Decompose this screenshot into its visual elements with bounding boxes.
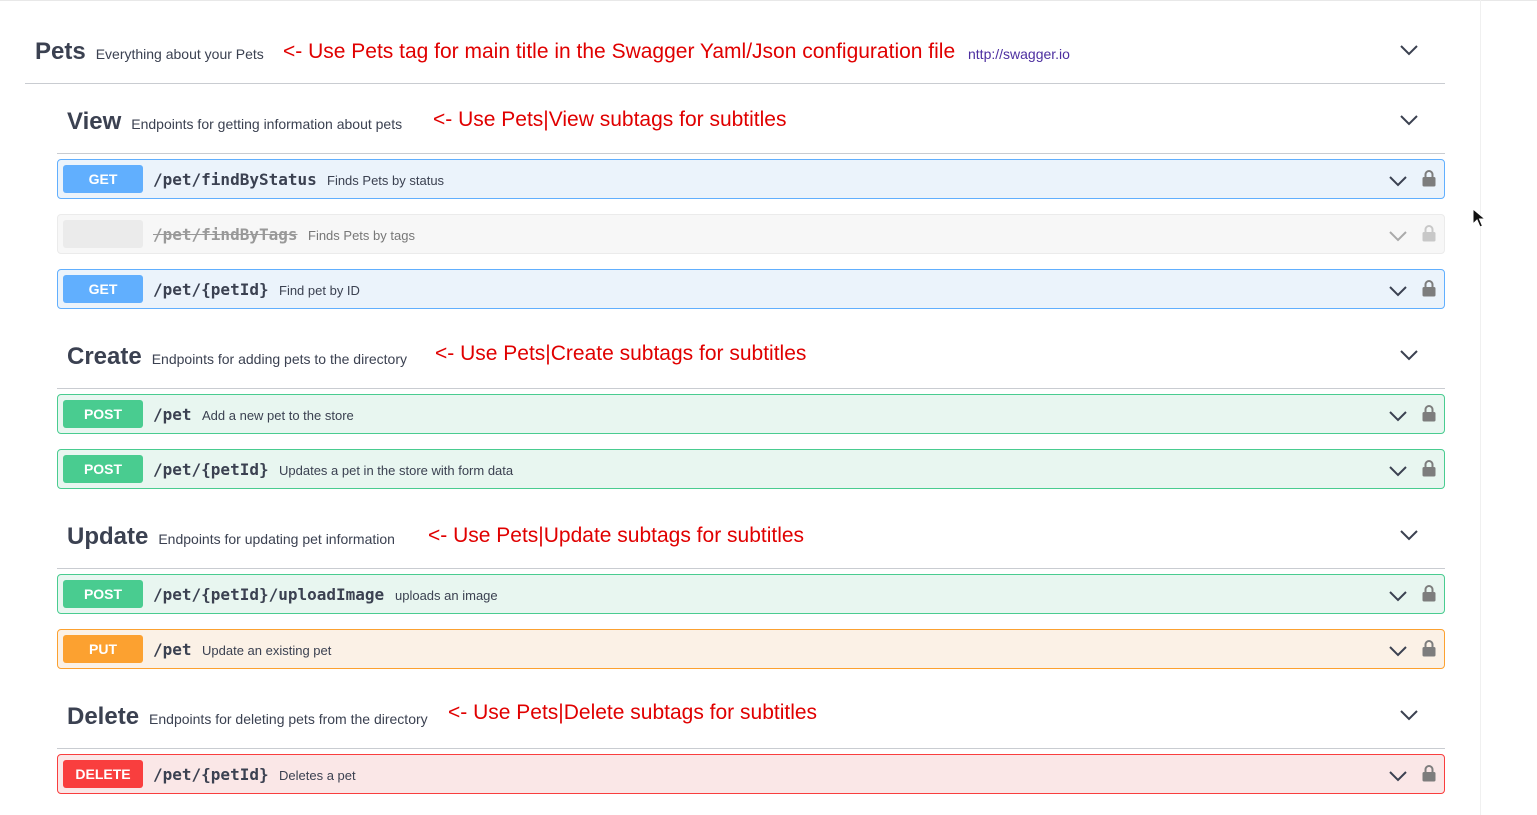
chevron-down-icon[interactable]	[1400, 529, 1418, 541]
lock-icon[interactable]	[1422, 404, 1436, 422]
operation-summary: Find pet by ID	[279, 283, 360, 298]
tag-description: Everything about your Pets	[95, 46, 264, 62]
operation-summary: Deletes a pet	[279, 768, 356, 783]
method-badge: POST	[63, 400, 143, 428]
section-divider	[57, 748, 1445, 749]
tag-description: Endpoints for deleting pets from the dir…	[149, 711, 428, 727]
top-divider	[0, 0, 1537, 1]
lock-icon[interactable]	[1422, 169, 1436, 187]
operation-path: /pet/{petId}	[153, 280, 269, 299]
method-badge: PUT	[63, 635, 143, 663]
tag-title: Create	[67, 343, 142, 370]
operation-put-pet[interactable]: PUT /pet Update an existing pet	[57, 629, 1445, 669]
operation-path: /pet/findByTags	[153, 225, 298, 244]
annotation-note: <- Use Pets|Delete subtags for subtitles	[448, 701, 818, 724]
operation-summary: Updates a pet in the store with form dat…	[279, 463, 514, 478]
annotation-note: <- Use Pets|Create subtags for subtitles	[435, 342, 807, 365]
chevron-down-icon[interactable]	[1400, 114, 1418, 126]
annotation-note: <- Use Pets tag for main title in the Sw…	[283, 40, 956, 63]
operation-path: /pet	[153, 405, 192, 424]
tag-description: Endpoints for updating pet information	[158, 531, 395, 547]
chevron-down-icon[interactable]	[1389, 174, 1407, 187]
lock-icon[interactable]	[1422, 764, 1436, 782]
operation-path: /pet/findByStatus	[153, 170, 317, 189]
chevron-down-icon[interactable]	[1400, 44, 1418, 56]
chevron-down-icon[interactable]	[1400, 709, 1418, 721]
chevron-down-icon[interactable]	[1389, 769, 1407, 782]
operation-post-pet[interactable]: POST /pet Add a new pet to the store	[57, 394, 1445, 434]
chevron-down-icon[interactable]	[1389, 589, 1407, 602]
chevron-down-icon[interactable]	[1389, 464, 1407, 477]
method-badge: POST	[63, 580, 143, 608]
chevron-down-icon[interactable]	[1389, 409, 1407, 422]
tag-header-create[interactable]: Create Endpoints for adding pets to the …	[67, 343, 407, 371]
chevron-down-icon[interactable]	[1389, 229, 1407, 242]
tag-header-pets[interactable]: Pets Everything about your Pets	[35, 38, 264, 66]
lock-icon[interactable]	[1422, 459, 1436, 477]
operation-summary: Finds Pets by status	[327, 173, 445, 188]
lock-icon[interactable]	[1422, 639, 1436, 657]
external-docs-link[interactable]: nttp://swagger.io	[968, 46, 1070, 62]
tag-description: Endpoints for getting information about …	[131, 116, 403, 132]
operation-post-uploadimage[interactable]: POST /pet/{petId}/uploadImage uploads an…	[57, 574, 1445, 614]
tag-description: Endpoints for adding pets to the directo…	[151, 351, 407, 367]
annotation-note: <- Use Pets|View subtags for subtitles	[433, 108, 787, 131]
section-divider	[25, 83, 1445, 84]
chevron-down-icon[interactable]	[1389, 644, 1407, 657]
lock-icon[interactable]	[1422, 224, 1436, 242]
lock-icon[interactable]	[1422, 279, 1436, 297]
operation-post-petid[interactable]: POST /pet/{petId} Updates a pet in the s…	[57, 449, 1445, 489]
method-badge: DELETE	[63, 760, 143, 788]
tag-header-delete[interactable]: Delete Endpoints for deleting pets from …	[67, 703, 428, 731]
operation-summary: Update an existing pet	[202, 643, 332, 658]
method-badge: GET	[63, 220, 143, 248]
operation-get-findbystatus[interactable]: GET /pet/findByStatus Finds Pets by stat…	[57, 159, 1445, 199]
chevron-down-icon[interactable]	[1389, 284, 1407, 297]
method-badge: GET	[63, 165, 143, 193]
tag-title: Delete	[67, 703, 140, 730]
mouse-cursor-icon	[1472, 207, 1487, 228]
method-badge: GET	[63, 275, 143, 303]
operation-summary: Finds Pets by tags	[308, 228, 415, 243]
chevron-down-icon[interactable]	[1400, 349, 1418, 361]
operation-path: /pet	[153, 640, 192, 659]
section-divider	[57, 568, 1445, 569]
section-divider	[57, 153, 1445, 154]
tag-title: View	[67, 108, 122, 135]
tag-header-view[interactable]: View Endpoints for getting information a…	[67, 108, 402, 136]
operation-get-findbytags-deprecated[interactable]: GET /pet/findByTags Finds Pets by tags	[57, 214, 1445, 254]
tag-title: Pets	[35, 38, 86, 65]
method-badge: POST	[63, 455, 143, 483]
lock-icon[interactable]	[1422, 584, 1436, 602]
scroll-edge	[1480, 0, 1481, 815]
tag-header-update[interactable]: Update Endpoints for updating pet inform…	[67, 523, 395, 551]
operation-summary: uploads an image	[395, 588, 498, 603]
section-divider	[57, 388, 1445, 389]
annotation-note: <- Use Pets|Update subtags for subtitles	[428, 524, 805, 547]
tag-title: Update	[67, 523, 149, 550]
operation-path: /pet/{petId}	[153, 460, 269, 479]
operation-delete-petid[interactable]: DELETE /pet/{petId} Deletes a pet	[57, 754, 1445, 794]
operation-get-petid[interactable]: GET /pet/{petId} Find pet by ID	[57, 269, 1445, 309]
operation-path: /pet/{petId}/uploadImage	[153, 585, 385, 604]
operation-path: /pet/{petId}	[153, 765, 269, 784]
operation-summary: Add a new pet to the store	[202, 408, 354, 423]
